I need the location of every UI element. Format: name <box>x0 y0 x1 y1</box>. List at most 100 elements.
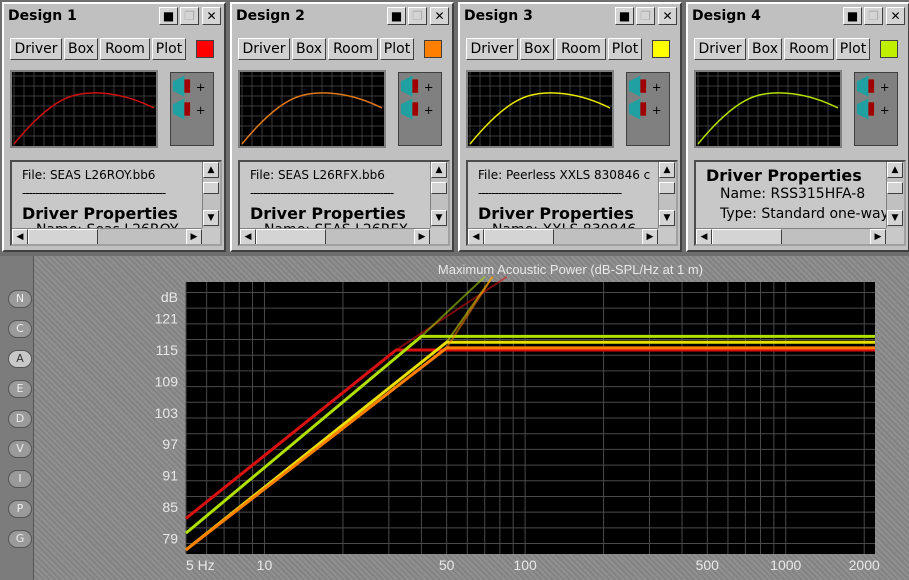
svg-text:+: + <box>880 103 890 117</box>
horizontal-scrollbar[interactable]: ◀ ▶ <box>240 228 430 244</box>
save-icon[interactable]: ■ <box>387 7 406 25</box>
tab-room[interactable]: Room <box>328 38 378 60</box>
copy-icon[interactable]: ❐ <box>864 7 883 25</box>
plot-color-swatch[interactable] <box>196 40 214 58</box>
x-tick-label: 500 <box>696 557 720 573</box>
horizontal-scrollbar[interactable]: ◀ ▶ <box>12 228 202 244</box>
scroll-left-icon[interactable]: ◀ <box>468 229 484 244</box>
mini-response-graph <box>238 70 386 148</box>
scroll-down-icon[interactable]: ▼ <box>203 210 219 226</box>
horizontal-scrollbar[interactable]: ◀ ▶ <box>468 228 658 244</box>
svg-text:+: + <box>652 103 662 117</box>
tab-driver[interactable]: Driver <box>466 38 518 60</box>
design-title: Design 4 <box>692 8 761 24</box>
y-axis-label: dB <box>161 289 178 305</box>
design-panel-3: Design 3 ■ ❐ ✕ Driver Box Room Plot + + File: Pe… <box>458 2 682 252</box>
tab-box[interactable]: Box <box>748 38 782 60</box>
speaker-config-icon[interactable]: + + <box>854 72 898 146</box>
scroll-thumb-horizontal[interactable] <box>712 229 782 244</box>
scroll-thumb-horizontal[interactable] <box>28 229 98 244</box>
vertical-scrollbar[interactable]: ▲ ▼ <box>886 162 904 228</box>
driver-info-box: File: SEAS L26ROY.bb6 -------------------… <box>10 160 222 246</box>
scroll-right-icon[interactable]: ▶ <box>414 229 430 244</box>
copy-icon[interactable]: ❐ <box>636 7 655 25</box>
tab-plot[interactable]: Plot <box>836 38 870 60</box>
tab-room[interactable]: Room <box>100 38 150 60</box>
scroll-thumb[interactable] <box>887 182 903 194</box>
file-name: File: SEAS L26ROY.bb6 <box>22 168 156 182</box>
driver-info-box: File: SEAS L26RFX.bb6 -------------------… <box>238 160 450 246</box>
tab-box[interactable]: Box <box>64 38 98 60</box>
close-icon[interactable]: ✕ <box>430 7 449 25</box>
tab-box[interactable]: Box <box>292 38 326 60</box>
scroll-thumb[interactable] <box>431 182 447 194</box>
scroll-down-icon[interactable]: ▼ <box>887 210 903 226</box>
mini-response-graph <box>694 70 842 148</box>
scroll-thumb[interactable] <box>659 182 675 194</box>
close-icon[interactable]: ✕ <box>886 7 905 25</box>
tab-plot[interactable]: Plot <box>152 38 186 60</box>
y-tick-label: 79 <box>162 530 178 546</box>
svg-text:+: + <box>424 103 434 117</box>
horizontal-scrollbar[interactable]: ◀ ▶ <box>696 228 886 244</box>
y-tick-label: 115 <box>156 342 179 358</box>
scroll-left-icon[interactable]: ◀ <box>240 229 256 244</box>
speaker-config-icon[interactable]: + + <box>170 72 214 146</box>
design-panel-4: Design 4 ■ ❐ ✕ Driver Box Room Plot + + Driver P… <box>686 2 909 252</box>
scroll-up-icon[interactable]: ▲ <box>203 162 219 178</box>
x-tick-label: 10 <box>257 557 273 573</box>
vertical-scrollbar[interactable]: ▲ ▼ <box>658 162 676 228</box>
scroll-right-icon[interactable]: ▶ <box>870 229 886 244</box>
copy-icon[interactable]: ❐ <box>408 7 427 25</box>
scroll-up-icon[interactable]: ▲ <box>887 162 903 178</box>
plot-color-swatch[interactable] <box>424 40 442 58</box>
y-tick-label: 97 <box>162 436 178 452</box>
scroll-down-icon[interactable]: ▼ <box>431 210 447 226</box>
vertical-scrollbar[interactable]: ▲ ▼ <box>430 162 448 228</box>
scroll-up-icon[interactable]: ▲ <box>659 162 675 178</box>
scroll-left-icon[interactable]: ◀ <box>696 229 712 244</box>
scroll-down-icon[interactable]: ▼ <box>659 210 675 226</box>
tab-room[interactable]: Room <box>556 38 606 60</box>
tab-box[interactable]: Box <box>520 38 554 60</box>
x-tick-label: 50 <box>439 557 455 573</box>
svg-text:+: + <box>196 80 206 94</box>
driver-properties-header: Driver Properties <box>478 204 634 223</box>
x-tick-label: 2000 <box>849 557 880 573</box>
scroll-right-icon[interactable]: ▶ <box>186 229 202 244</box>
tab-room[interactable]: Room <box>784 38 834 60</box>
svg-text:+: + <box>196 103 206 117</box>
tab-driver[interactable]: Driver <box>10 38 62 60</box>
driver-info-box: File: Peerless XXLS 830846 c ------------… <box>466 160 678 246</box>
speaker-config-icon[interactable]: + + <box>626 72 670 146</box>
plot-color-swatch[interactable] <box>880 40 898 58</box>
close-icon[interactable]: ✕ <box>202 7 221 25</box>
save-icon[interactable]: ■ <box>159 7 178 25</box>
scroll-thumb[interactable] <box>203 182 219 194</box>
tab-driver[interactable]: Driver <box>238 38 290 60</box>
svg-text:+: + <box>424 80 434 94</box>
speaker-config-icon[interactable]: + + <box>398 72 442 146</box>
save-icon[interactable]: ■ <box>615 7 634 25</box>
tab-plot[interactable]: Plot <box>608 38 642 60</box>
vertical-scrollbar[interactable]: ▲ ▼ <box>202 162 220 228</box>
chart-title: Maximum Acoustic Power (dB-SPL/Hz at 1 m… <box>438 262 703 277</box>
close-icon[interactable]: ✕ <box>658 7 677 25</box>
scroll-thumb-horizontal[interactable] <box>256 229 326 244</box>
scroll-right-icon[interactable]: ▶ <box>642 229 658 244</box>
x-tick-label: 5 Hz <box>186 557 215 573</box>
copy-icon[interactable]: ❐ <box>180 7 199 25</box>
x-tick-label: 1000 <box>770 557 801 573</box>
scroll-up-icon[interactable]: ▲ <box>431 162 447 178</box>
svg-text:+: + <box>880 80 890 94</box>
tab-driver[interactable]: Driver <box>694 38 746 60</box>
scroll-left-icon[interactable]: ◀ <box>12 229 28 244</box>
scroll-thumb-horizontal[interactable] <box>484 229 554 244</box>
design-title: Design 1 <box>8 8 77 24</box>
plot-color-swatch[interactable] <box>652 40 670 58</box>
driver-properties-header: Driver Properties <box>706 166 862 185</box>
save-icon[interactable]: ■ <box>843 7 862 25</box>
tab-plot[interactable]: Plot <box>380 38 414 60</box>
file-name: File: Peerless XXLS 830846 c <box>478 168 651 182</box>
x-tick-label: 100 <box>513 557 537 573</box>
